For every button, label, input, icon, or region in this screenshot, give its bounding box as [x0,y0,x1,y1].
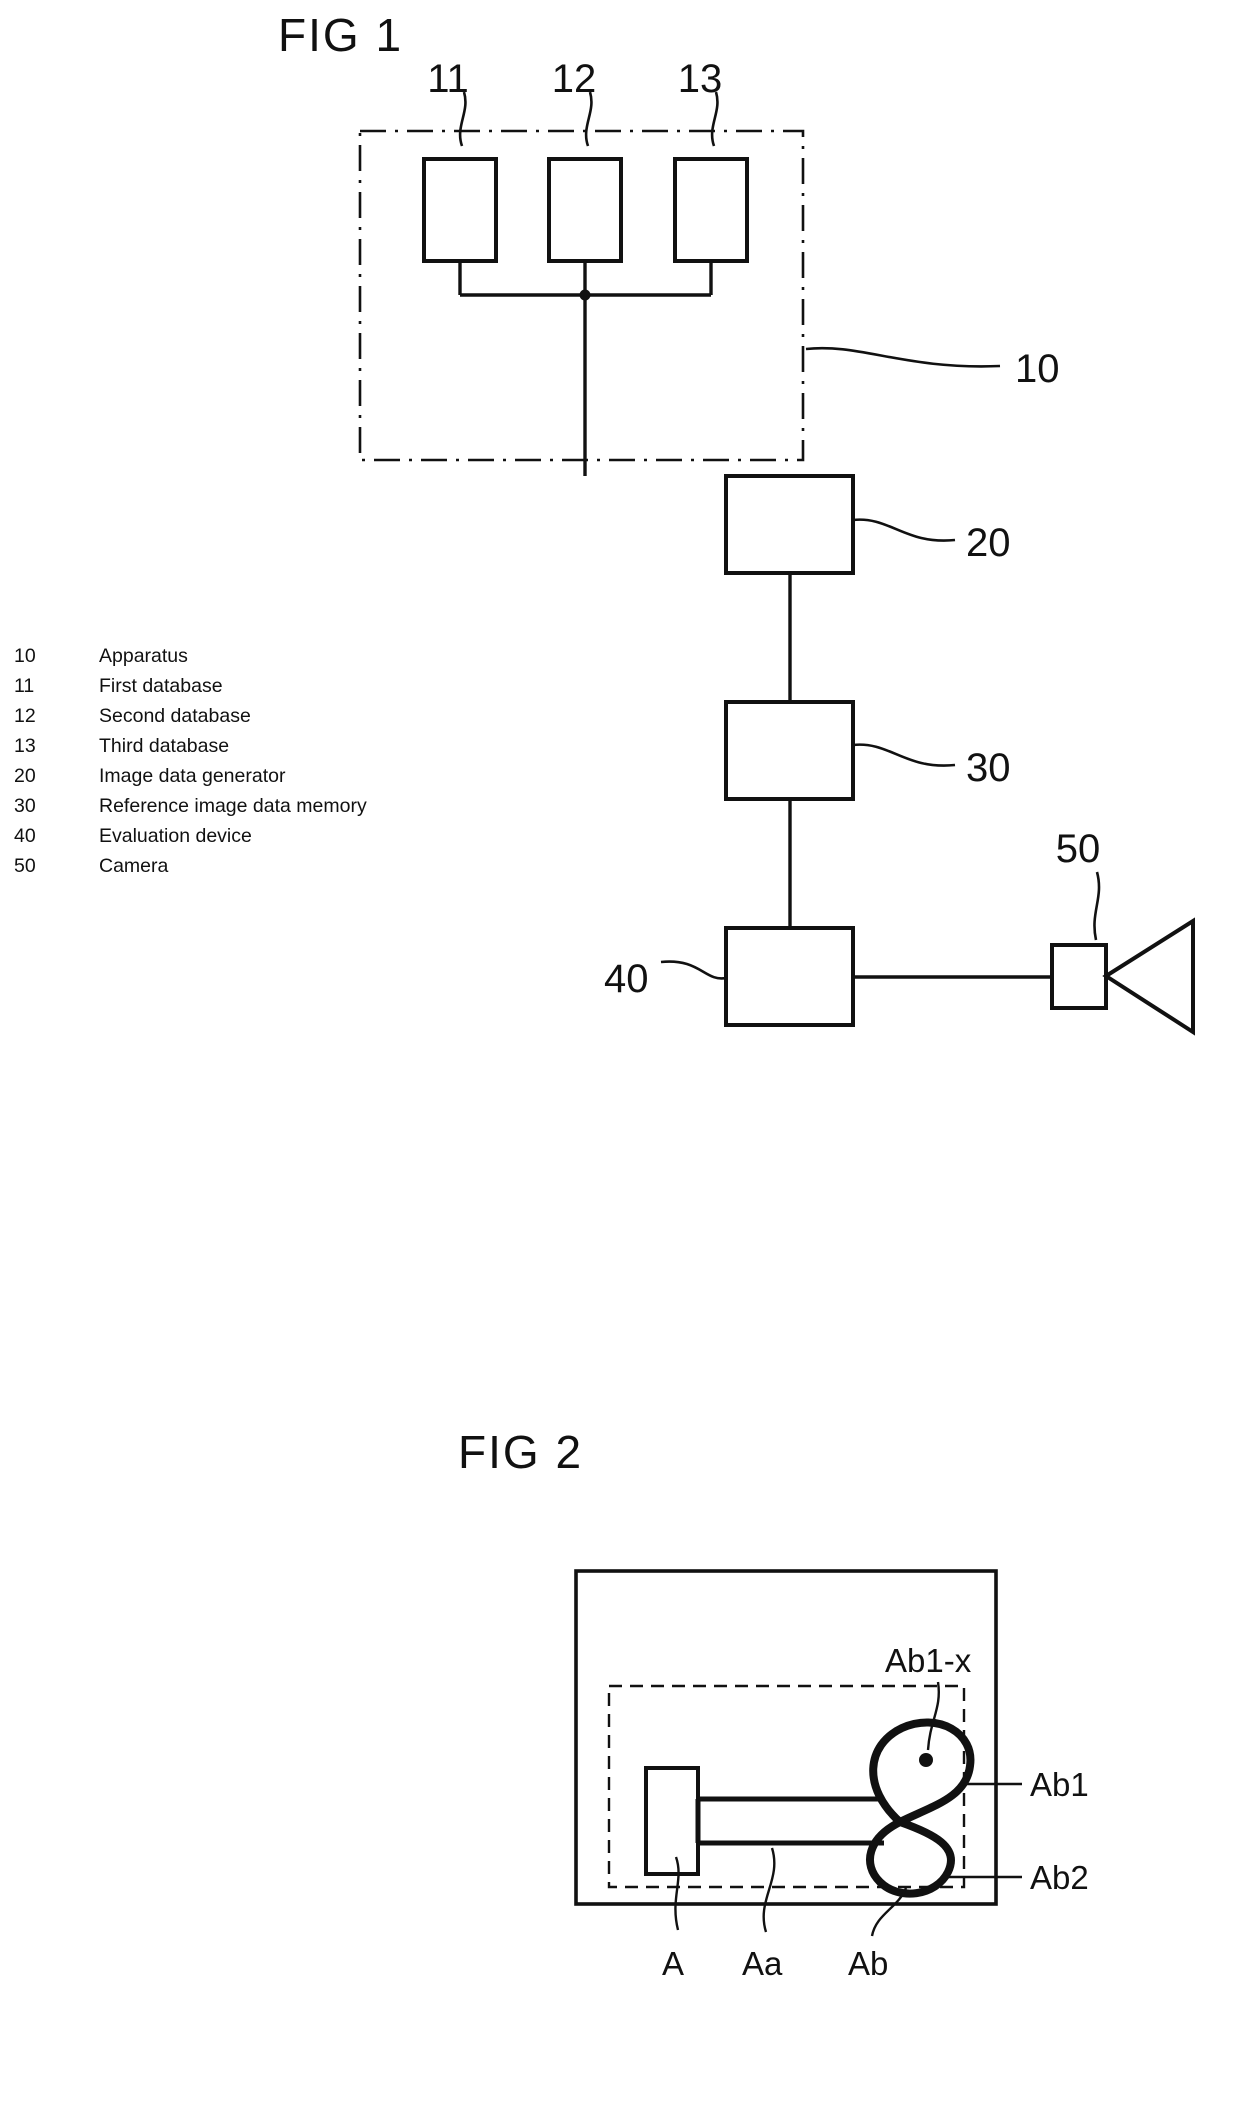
leader-line-40 [660,960,727,980]
figure-2-title: FIG 2 [458,1426,584,1478]
marker-point-Ab1-x [919,1753,933,1767]
legend-item: 12 Second database [14,705,574,735]
figure-eight-shape-Ab [866,1718,975,1898]
leader-line-10 [805,346,1001,368]
junction-dot [579,289,591,301]
legend-number: 12 [14,705,36,727]
ref-label-11: 11 [427,57,469,101]
legend-label: Evaluation device [99,825,252,847]
ref-label-50: 50 [1056,827,1101,871]
ref-label-13: 13 [678,57,723,101]
legend-label: First database [99,675,223,697]
block-20-image-data-generator [724,474,855,575]
legend-label: Reference image data memory [99,795,367,817]
block-12-second-database [547,157,623,263]
leader-line-Ab [870,1887,908,1937]
ref-label-40: 40 [604,957,649,1001]
legend-item: 10 Apparatus [14,645,574,675]
legend-number: 10 [14,645,36,667]
legend-label: Third database [99,735,230,757]
camera-body [1050,943,1108,1010]
ref-label-30: 30 [966,746,1011,790]
ref-label-Ab2: Ab2 [1030,1859,1089,1896]
legend-item: 20 Image data generator [14,765,574,795]
leader-line-Aa [762,1847,776,1933]
legend-item: 11 First database [14,675,574,705]
legend-number: 20 [14,765,36,787]
ref-label-10: 10 [1015,347,1060,391]
legend-label: Camera [99,855,169,877]
camera-lens-cone [1102,917,1195,1036]
legend-number: 50 [14,855,36,877]
ref-label-12: 12 [552,57,597,101]
legend-number: 13 [14,735,36,757]
ref-label-Ab1: Ab1 [1030,1766,1089,1803]
figure-1-title: FIG 1 [278,9,404,61]
legend-item: 13 Third database [14,735,574,765]
block-11-first-database [422,157,498,263]
legend-number: 11 [14,675,35,697]
leader-line-20 [852,518,956,542]
apparatus-boundary [358,129,805,462]
inner-dashed-frame [607,1684,966,1889]
block-40-evaluation-device [724,926,855,1027]
outer-frame-A [574,1569,998,1906]
leader-line-12 [584,91,593,147]
legend-item: 50 Camera [14,855,574,885]
leader-line-13 [710,91,719,147]
block-13-third-database [673,157,749,263]
reference-numeral-legend: 10 Apparatus 11 First database 12 Second… [14,645,574,885]
leader-line-11 [458,91,467,147]
leader-line-30 [852,743,956,767]
leader-line-50 [1093,871,1101,941]
ref-label-Aa: Aa [742,1945,783,1982]
left-block [644,1766,700,1876]
legend-label: Apparatus [99,645,188,667]
legend-item: 30 Reference image data memory [14,795,574,825]
ref-label-20: 20 [966,521,1011,565]
legend-label: Image data generator [99,765,286,787]
figure-2-drawing: Ab1-x Ab1 Ab2 A Aa Ab [574,1569,1089,1982]
ref-label-A: A [662,1945,684,1982]
patent-drawing-page: FIG 1 11 12 13 10 20 30 40 50 10 Apparat… [0,0,1240,2125]
ref-label-Ab1-x: Ab1-x [885,1642,972,1679]
block-30-reference-image-data-memory [724,700,855,801]
leader-line-Ab1-x [926,1681,940,1751]
leader-line-A [674,1856,680,1931]
legend-item: 40 Evaluation device [14,825,574,855]
legend-label: Second database [99,705,251,727]
ref-label-Ab: Ab [848,1945,888,1982]
figure-1-drawing: 11 12 13 10 20 30 40 50 [358,57,1195,1036]
legend-number: 40 [14,825,36,847]
legend-number: 30 [14,795,36,817]
